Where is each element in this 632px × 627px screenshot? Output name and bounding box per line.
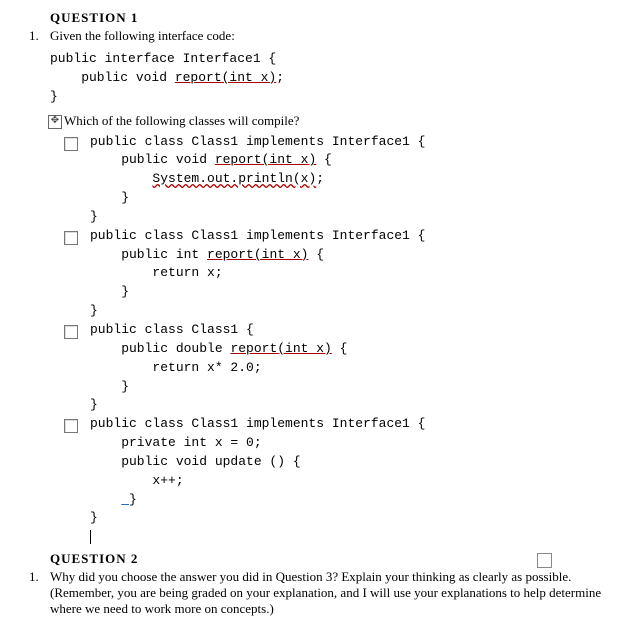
option-3-code: public class Class1 { public double repo… — [90, 321, 347, 415]
table-move-handle-icon[interactable]: ✥ — [48, 115, 62, 129]
question-2-text: Why did you choose the answer you did in… — [50, 569, 601, 616]
question-2-item: Why did you choose the answer you did in… — [42, 569, 612, 617]
option-1-row: public class Class1 implements Interface… — [64, 133, 612, 227]
option-4-row: public class Class1 implements Interface… — [64, 415, 612, 547]
question-1-intro: Given the following interface code: — [50, 28, 235, 43]
option-3-checkbox[interactable] — [64, 325, 78, 339]
interface-code-block: public interface Interface1 { public voi… — [50, 50, 612, 107]
question-1-item: Given the following interface code: publ… — [42, 28, 612, 547]
option-1-code: public class Class1 implements Interface… — [90, 133, 425, 227]
option-3-row: public class Class1 { public double repo… — [64, 321, 612, 415]
question-2-heading: QUESTION 2 — [50, 551, 138, 567]
option-2-code: public class Class1 implements Interface… — [90, 227, 425, 321]
option-1-checkbox[interactable] — [64, 137, 78, 151]
question-1-prompt: ✥Which of the following classes will com… — [48, 113, 612, 129]
question-1-heading: QUESTION 1 — [50, 10, 612, 26]
option-4-code: public class Class1 implements Interface… — [90, 415, 425, 547]
options-container: public class Class1 implements Interface… — [64, 133, 612, 548]
option-4-checkbox[interactable] — [64, 419, 78, 433]
option-2-checkbox[interactable] — [64, 231, 78, 245]
text-cursor — [90, 530, 91, 544]
option-2-row: public class Class1 implements Interface… — [64, 227, 612, 321]
